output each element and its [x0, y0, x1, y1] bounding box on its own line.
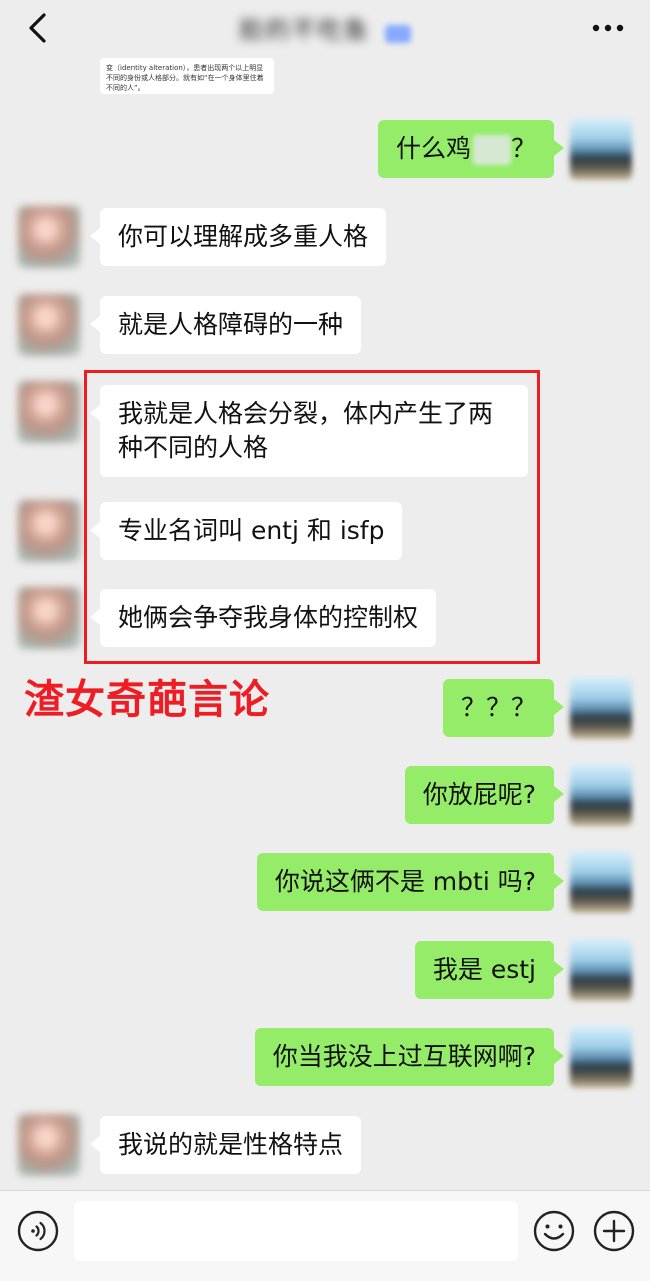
message-text: 我说的就是性格特点	[118, 1130, 344, 1159]
chat-title-wrap: 脸的不吃鱼	[0, 10, 650, 45]
self-avatar[interactable]	[570, 118, 632, 180]
self-avatar[interactable]	[570, 939, 632, 1001]
self-avatar[interactable]	[570, 851, 632, 913]
message-text: 你可以理解成多重人格	[118, 222, 369, 251]
self-avatar[interactable]	[570, 677, 632, 739]
message-text: 你当我没上过互联网啊?	[272, 1042, 536, 1071]
contact-avatar[interactable]	[18, 1114, 80, 1176]
self-avatar[interactable]	[570, 764, 632, 826]
blurred-word	[472, 135, 511, 165]
message-text: 就是人格障碍的一种	[118, 310, 344, 339]
self-avatar[interactable]	[570, 1026, 632, 1088]
contact-avatar[interactable]	[18, 294, 80, 356]
message-bubble[interactable]: 我说的就是性格特点	[89, 1116, 362, 1174]
message-text: ？？？	[460, 693, 536, 722]
message-text: 你说这俩不是 mbti 吗?	[274, 867, 536, 896]
message-bubble[interactable]: 我是 estj	[414, 941, 565, 999]
message-input-bar	[0, 1190, 650, 1281]
message-text: 什么鸡	[395, 134, 471, 163]
message-bubble[interactable]: 你当我没上过互联网啊?	[254, 1028, 565, 1086]
chat-title: 脸的不吃鱼	[239, 16, 370, 44]
message-bubble[interactable]: 就是人格障碍的一种	[89, 296, 362, 354]
plus-icon[interactable]	[592, 1209, 636, 1253]
chat-header: 脸的不吃鱼	[0, 0, 650, 58]
annotation-label: 渣女奇葩言论	[24, 677, 270, 723]
chat-title-tag	[384, 24, 411, 43]
voice-icon[interactable]	[16, 1209, 60, 1253]
emoji-icon[interactable]	[532, 1209, 576, 1253]
contact-avatar[interactable]	[18, 587, 80, 649]
message-text-suffix: ？	[510, 134, 536, 163]
message-bubble[interactable]: 你放屁呢?	[404, 766, 565, 824]
message-bubble[interactable]: ？？？	[442, 679, 565, 737]
message-text: 我是 estj	[432, 955, 536, 984]
message-bubble[interactable]: 什么鸡 ？	[377, 120, 565, 178]
message-bubble[interactable]: 你可以理解成多重人格	[89, 208, 387, 266]
message-input[interactable]	[74, 1201, 518, 1261]
quoted-message-text: 变（identity alteration），患者出现两个以上明显不同的身份或人…	[106, 64, 264, 92]
contact-avatar[interactable]	[18, 206, 80, 268]
annotation-highlight-box	[84, 370, 540, 664]
message-bubble[interactable]: 你说这俩不是 mbti 吗?	[256, 853, 565, 911]
contact-avatar[interactable]	[18, 381, 80, 443]
more-dots-icon[interactable]	[590, 14, 626, 42]
quoted-message-card[interactable]: 变（identity alteration），患者出现两个以上明显不同的身份或人…	[100, 58, 274, 94]
contact-avatar[interactable]	[18, 500, 80, 562]
message-text: 你放屁呢?	[422, 780, 536, 809]
